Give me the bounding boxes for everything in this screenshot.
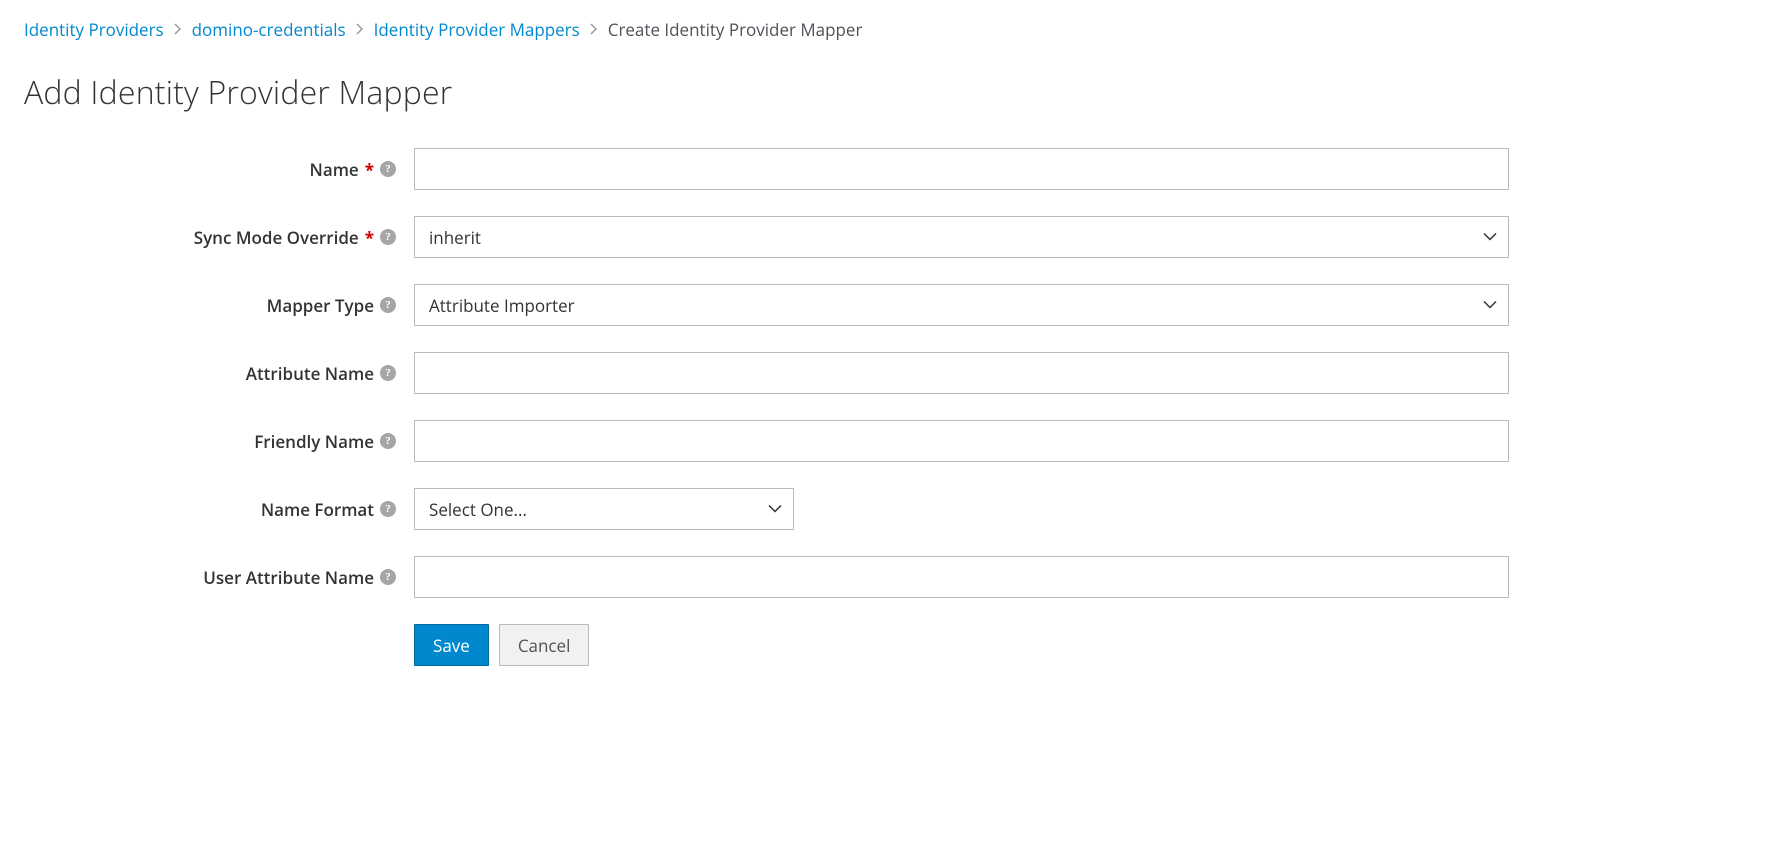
page-title: Add Identity Provider Mapper bbox=[24, 71, 1746, 114]
breadcrumb-link-identity-provider-mappers[interactable]: Identity Provider Mappers bbox=[374, 18, 580, 41]
label-friendly-name: Friendly Name ? bbox=[24, 430, 414, 453]
mapper-type-select[interactable]: Attribute Importer bbox=[414, 284, 1509, 326]
help-icon[interactable]: ? bbox=[380, 433, 396, 449]
form-row-sync-mode: Sync Mode Override * ? inherit bbox=[24, 216, 1746, 258]
user-attribute-name-input[interactable] bbox=[414, 556, 1509, 598]
help-icon[interactable]: ? bbox=[380, 365, 396, 381]
chevron-right-icon bbox=[352, 21, 368, 39]
form-row-attribute-name: Attribute Name ? bbox=[24, 352, 1746, 394]
cancel-button[interactable]: Cancel bbox=[499, 624, 590, 666]
required-asterisk-icon: * bbox=[365, 158, 374, 181]
breadcrumb-link-domino-credentials[interactable]: domino-credentials bbox=[192, 18, 346, 41]
form-row-name: Name * ? bbox=[24, 148, 1746, 190]
sync-mode-select[interactable]: inherit bbox=[414, 216, 1509, 258]
breadcrumb: Identity Providers domino-credentials Id… bbox=[24, 18, 1746, 41]
attribute-name-input[interactable] bbox=[414, 352, 1509, 394]
name-format-select[interactable]: Select One... bbox=[414, 488, 794, 530]
control-wrap bbox=[414, 352, 1509, 394]
control-wrap bbox=[414, 148, 1509, 190]
help-icon[interactable]: ? bbox=[380, 569, 396, 585]
form-row-friendly-name: Friendly Name ? bbox=[24, 420, 1746, 462]
label-text: Attribute Name bbox=[246, 362, 374, 385]
help-icon[interactable]: ? bbox=[380, 229, 396, 245]
control-wrap bbox=[414, 556, 1509, 598]
label-text: Sync Mode Override bbox=[194, 226, 359, 249]
label-mapper-type: Mapper Type ? bbox=[24, 294, 414, 317]
save-button[interactable]: Save bbox=[414, 624, 489, 666]
label-text: User Attribute Name bbox=[203, 566, 374, 589]
friendly-name-input[interactable] bbox=[414, 420, 1509, 462]
control-wrap: Select One... bbox=[414, 488, 1509, 530]
label-attribute-name: Attribute Name ? bbox=[24, 362, 414, 385]
required-asterisk-icon: * bbox=[365, 226, 374, 249]
control-wrap: inherit bbox=[414, 216, 1509, 258]
chevron-right-icon bbox=[170, 21, 186, 39]
help-icon[interactable]: ? bbox=[380, 161, 396, 177]
label-name: Name * ? bbox=[24, 158, 414, 181]
form-row-user-attribute-name: User Attribute Name ? bbox=[24, 556, 1746, 598]
chevron-right-icon bbox=[586, 21, 602, 39]
label-name-format: Name Format ? bbox=[24, 498, 414, 521]
label-text: Name bbox=[310, 158, 359, 181]
select-wrap: Attribute Importer bbox=[414, 284, 1509, 326]
help-icon[interactable]: ? bbox=[380, 501, 396, 517]
form-row-name-format: Name Format ? Select One... bbox=[24, 488, 1746, 530]
breadcrumb-current: Create Identity Provider Mapper bbox=[608, 18, 863, 41]
help-icon[interactable]: ? bbox=[380, 297, 396, 313]
select-wrap: inherit bbox=[414, 216, 1509, 258]
name-input[interactable] bbox=[414, 148, 1509, 190]
control-wrap: Attribute Importer bbox=[414, 284, 1509, 326]
label-text: Friendly Name bbox=[254, 430, 374, 453]
label-sync-mode: Sync Mode Override * ? bbox=[24, 226, 414, 249]
label-user-attribute-name: User Attribute Name ? bbox=[24, 566, 414, 589]
label-text: Mapper Type bbox=[267, 294, 374, 317]
breadcrumb-link-identity-providers[interactable]: Identity Providers bbox=[24, 18, 164, 41]
select-wrap: Select One... bbox=[414, 488, 794, 530]
button-row: Save Cancel bbox=[414, 624, 1746, 666]
mapper-form: Name * ? Sync Mode Override * ? inherit bbox=[24, 148, 1746, 666]
control-wrap bbox=[414, 420, 1509, 462]
label-text: Name Format bbox=[261, 498, 374, 521]
form-row-mapper-type: Mapper Type ? Attribute Importer bbox=[24, 284, 1746, 326]
